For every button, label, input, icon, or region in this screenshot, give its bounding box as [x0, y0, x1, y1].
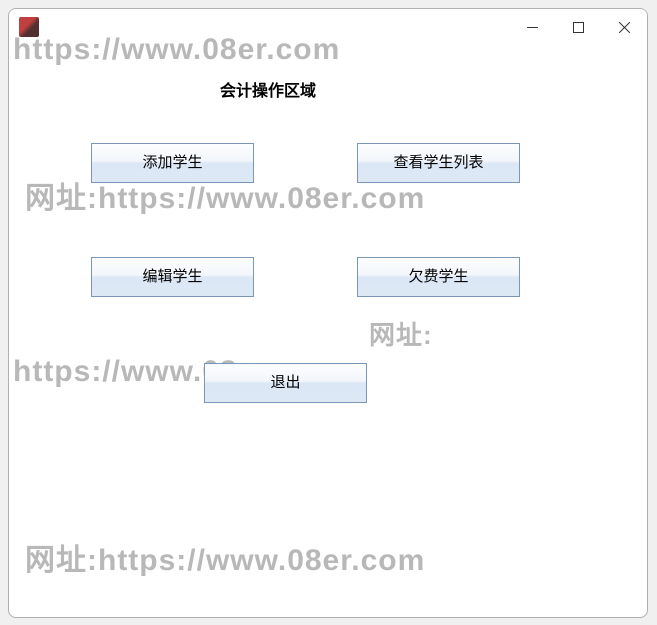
watermark-text: 网址:https://www.08er.com — [25, 535, 425, 579]
minimize-button[interactable] — [509, 11, 555, 43]
page-title: 会计操作区域 — [220, 77, 316, 101]
content-area: https://www.08er.com 网址:https://www.08er… — [9, 45, 647, 617]
owed-student-button[interactable]: 欠费学生 — [357, 257, 520, 297]
add-student-button[interactable]: 添加学生 — [91, 143, 254, 183]
watermark-text: 网址: — [369, 315, 433, 352]
close-button[interactable] — [601, 11, 647, 43]
exit-button[interactable]: 退出 — [204, 363, 367, 403]
titlebar — [9, 9, 647, 45]
edit-student-button[interactable]: 编辑学生 — [91, 257, 254, 297]
view-student-list-button[interactable]: 查看学生列表 — [357, 143, 520, 183]
app-icon — [19, 17, 39, 37]
app-window: https://www.08er.com 网址:https://www.08er… — [8, 8, 648, 618]
maximize-button[interactable] — [555, 11, 601, 43]
page-title-container: 会计操作区域 — [9, 77, 647, 101]
window-controls — [509, 9, 647, 45]
